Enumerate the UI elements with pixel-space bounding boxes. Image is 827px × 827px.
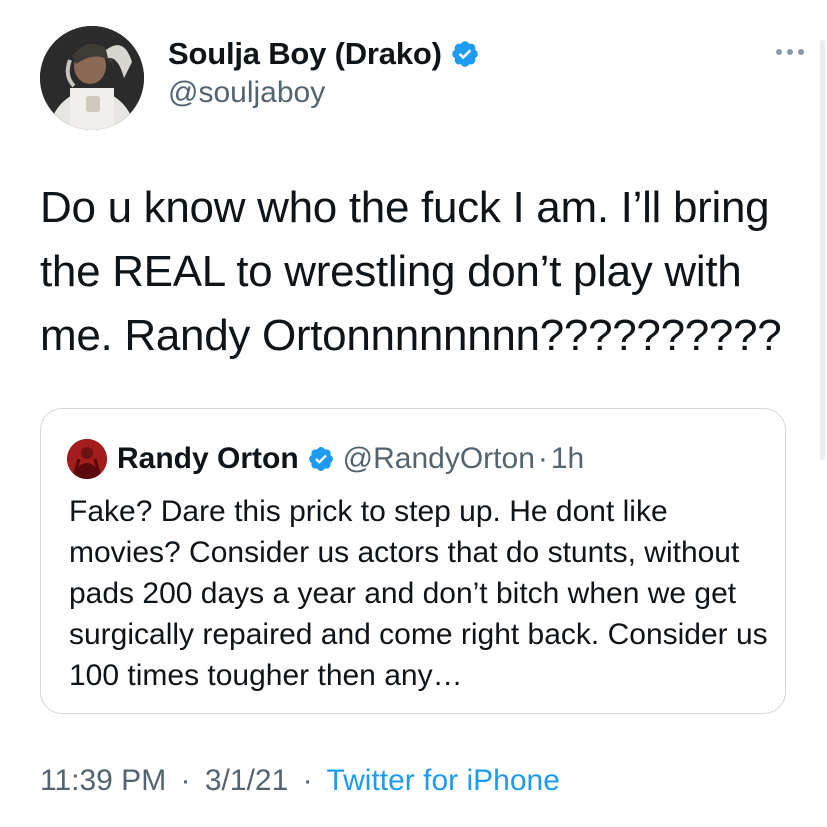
scrollbar[interactable] xyxy=(820,40,825,460)
author-name-row: Soulja Boy (Drako) xyxy=(168,34,480,74)
meta-separator-2: · xyxy=(302,764,313,797)
quoted-timestamp[interactable]: 1h xyxy=(551,442,584,476)
tweet-meta: 11:39 PM · 3/1/21 · Twitter for iPhone xyxy=(40,764,560,798)
tweet-header: Soulja Boy (Drako) @souljaboy xyxy=(40,26,804,130)
avatar-image xyxy=(40,26,144,130)
quoted-author-handle[interactable]: @RandyOrton xyxy=(343,442,535,476)
tweet-time[interactable]: 11:39 PM xyxy=(40,764,166,797)
meta-separator: · xyxy=(180,764,191,797)
author-avatar[interactable] xyxy=(40,26,144,130)
verified-badge-icon xyxy=(450,39,480,69)
quoted-tweet-card[interactable]: Randy Orton @RandyOrton · 1h Fake? Dare … xyxy=(40,408,786,714)
more-options-button[interactable] xyxy=(768,34,812,70)
quoted-verified-badge-icon xyxy=(307,445,335,473)
quoted-separator: · xyxy=(537,442,548,475)
author-handle[interactable]: @souljaboy xyxy=(168,76,325,110)
quoted-author-name[interactable]: Randy Orton xyxy=(117,442,299,476)
author-name[interactable]: Soulja Boy (Drako) xyxy=(168,36,442,72)
tweet-text: Do u know who the fuck I am. I’ll bring … xyxy=(40,183,782,360)
quoted-author-avatar[interactable] xyxy=(67,439,107,479)
quoted-tweet-header: Randy Orton @RandyOrton · 1h xyxy=(67,439,584,479)
quoted-avatar-image xyxy=(67,439,107,479)
more-horizontal-icon xyxy=(776,49,804,55)
tweet-source-link[interactable]: Twitter for iPhone xyxy=(326,764,559,797)
quoted-tweet-text: Fake? Dare this prick to step up. He don… xyxy=(69,495,768,692)
tweet-date[interactable]: 3/1/21 xyxy=(205,764,288,797)
